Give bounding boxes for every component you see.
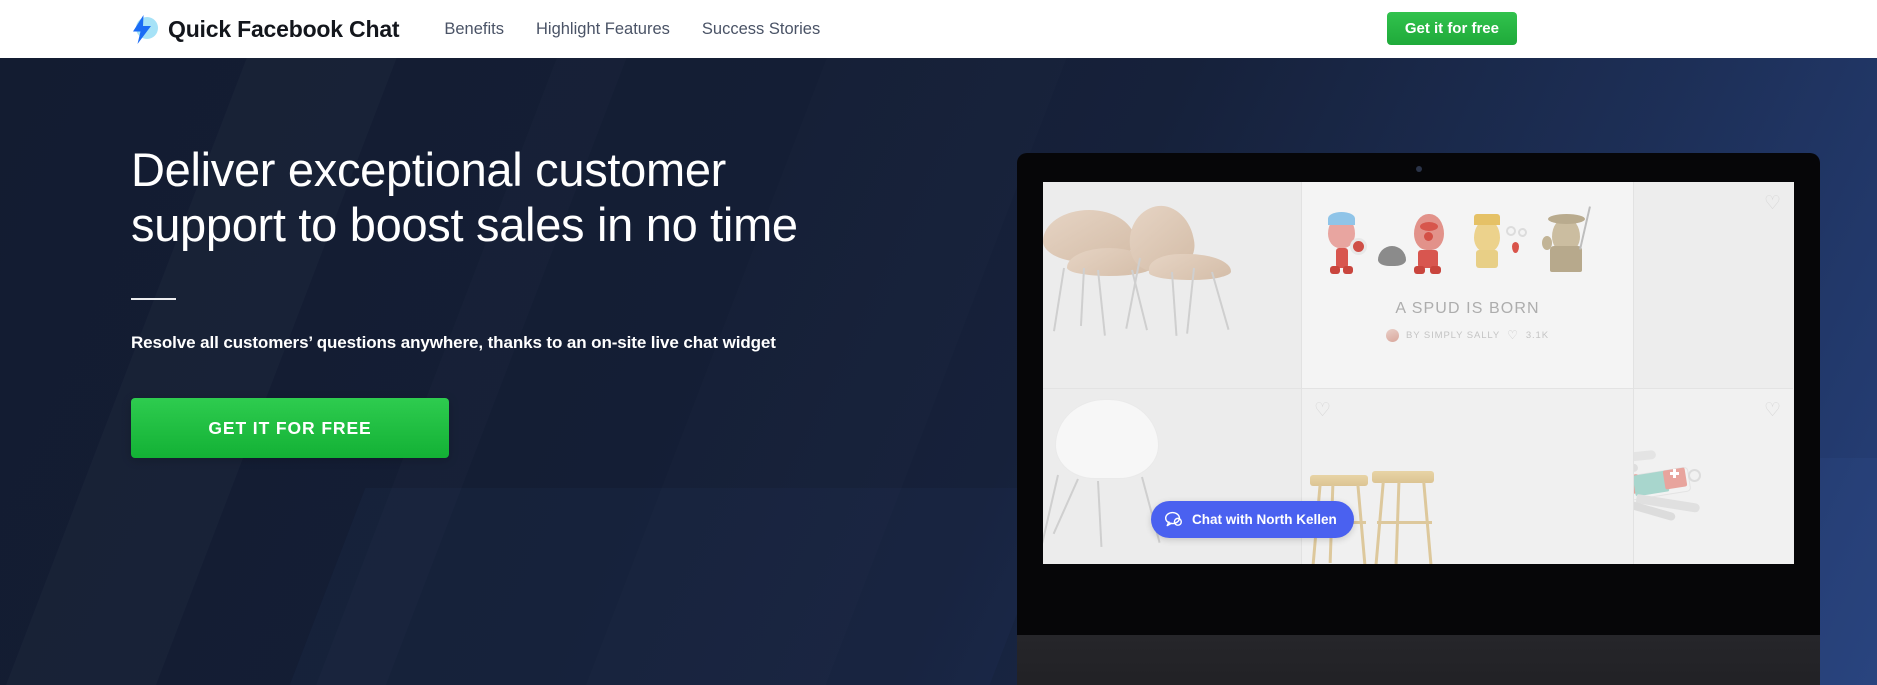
main-nav: Benefits Highlight Features Success Stor… <box>428 20 836 39</box>
hero-copy: Deliver exceptional customer support to … <box>131 58 891 459</box>
site-header: Quick Facebook Chat Benefits Highlight F… <box>0 0 1877 58</box>
heart-icon[interactable]: ♡ <box>1764 194 1781 213</box>
nav-link-highlight-features[interactable]: Highlight Features <box>520 20 686 39</box>
screen-column-middle: A SPUD IS BORN BY SIMPLY SALLY ♡ 3.1K ♡ <box>1301 182 1633 564</box>
monitor-chin <box>1017 635 1820 685</box>
product-title: A SPUD IS BORN <box>1395 300 1540 317</box>
chat-bubble-icon <box>1164 510 1183 529</box>
hero-get-it-for-free-button[interactable]: GET IT FOR FREE <box>131 398 449 459</box>
avatar <box>1386 328 1400 342</box>
nav-link-benefits[interactable]: Benefits <box>428 20 520 39</box>
monitor-mockup: Chat with North Kellen A SPUD IS BORN BY… <box>1017 153 1820 685</box>
product-tile[interactable] <box>1043 182 1301 388</box>
hero-section: Deliver exceptional customer support to … <box>0 58 1877 685</box>
product-tile[interactable]: ♡ <box>1634 182 1793 388</box>
lightning-bolt-icon <box>128 14 159 45</box>
heart-icon[interactable]: ♡ <box>1314 401 1331 420</box>
featured-product-tile[interactable]: A SPUD IS BORN BY SIMPLY SALLY ♡ 3.1K <box>1302 182 1633 388</box>
stool-illustration <box>1372 471 1438 564</box>
product-tile[interactable]: ♡ <box>1634 388 1793 564</box>
hero-subheadline: Resolve all customers’ questions anywher… <box>131 333 776 353</box>
screen-column-right: ♡ ♡ <box>1633 182 1793 564</box>
pocket-knife-illustration <box>1634 449 1748 525</box>
brand-name: Quick Facebook Chat <box>168 15 400 42</box>
brand-logo[interactable]: Quick Facebook Chat <box>128 14 400 45</box>
toy-illustration <box>1326 206 1616 284</box>
hero-headline: Deliver exceptional customer support to … <box>131 143 891 252</box>
chat-widget-label: Chat with North Kellen <box>1192 512 1337 527</box>
hero-headline-line-2: support to boost sales in no time <box>131 197 798 251</box>
hero-divider <box>131 298 176 301</box>
header-get-it-for-free-button[interactable]: Get it for free <box>1386 12 1517 45</box>
webcam-icon <box>1415 166 1422 172</box>
heart-icon[interactable]: ♡ <box>1507 328 1519 342</box>
chat-widget-button[interactable]: Chat with North Kellen <box>1151 501 1354 538</box>
screen-column-left: Chat with North Kellen <box>1043 182 1354 564</box>
product-byline: BY SIMPLY SALLY <box>1406 329 1501 341</box>
product-like-count: 3.1K <box>1525 329 1549 341</box>
monitor-bezel: Chat with North Kellen A SPUD IS BORN BY… <box>1017 153 1820 635</box>
nav-link-success-stories[interactable]: Success Stories <box>686 20 836 39</box>
chair-illustration <box>1115 200 1245 336</box>
hero-headline-line-1: Deliver exceptional customer <box>131 143 727 196</box>
product-tile[interactable]: ♡ <box>1302 388 1633 564</box>
heart-icon[interactable]: ♡ <box>1764 401 1781 420</box>
product-meta: BY SIMPLY SALLY ♡ 3.1K <box>1302 328 1633 342</box>
monitor-screen: Chat with North Kellen A SPUD IS BORN BY… <box>1043 182 1794 564</box>
